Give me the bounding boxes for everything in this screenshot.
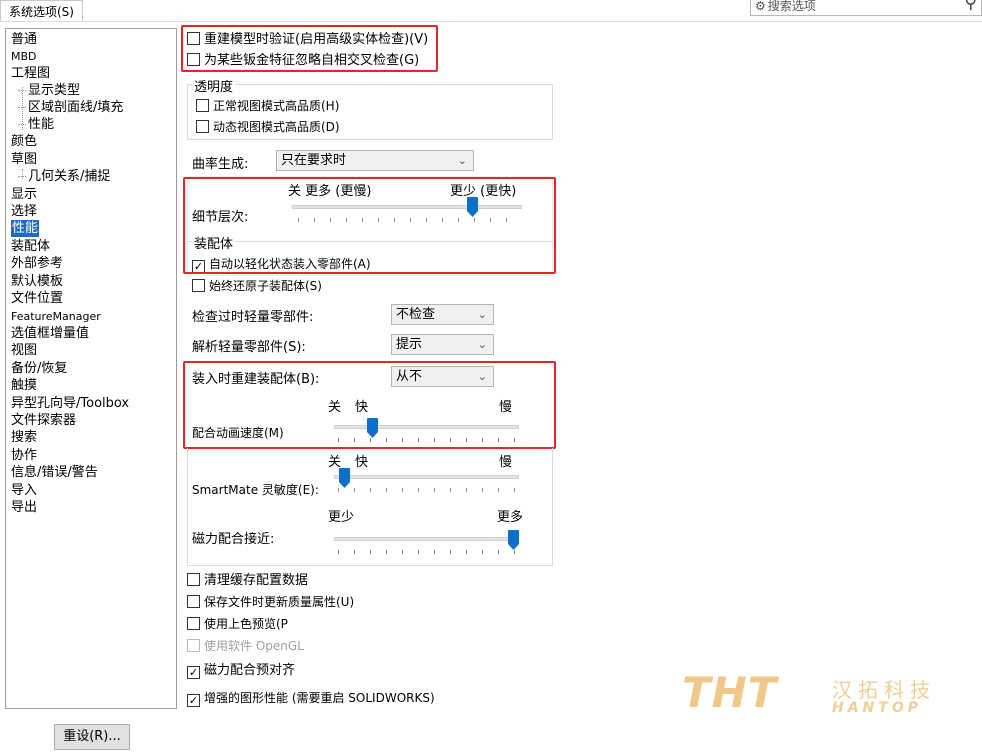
resolve-lightweight-value: 提示 xyxy=(396,337,423,352)
tree-item-hole-wizard[interactable]: 异型孔向导/Toolbox xyxy=(11,395,129,412)
search-box[interactable]: ⚙ 搜索选项 ⚲ xyxy=(750,0,982,16)
magnetic-prealign-label: 磁力配合预对齐 xyxy=(204,663,296,678)
update-mass-label: 保存文件时更新质量属性(U) xyxy=(204,595,355,609)
transparency-dynamic-option[interactable]: 动态视图模式高品质(D) xyxy=(196,119,340,136)
always-resolve-label: 始终还原子装配体(S) xyxy=(209,279,322,293)
tree-item-area-hatch[interactable]: 区域剖面线/填充 xyxy=(17,99,123,116)
transparency-normal-option[interactable]: 正常视图模式高品质(H) xyxy=(196,98,339,115)
update-mass-option[interactable]: 保存文件时更新质量属性(U) xyxy=(187,594,354,611)
software-opengl-option: 使用软件 OpenGL xyxy=(187,638,304,655)
check-outdated-label: 检查过时轻量零部件: xyxy=(192,310,314,325)
tree-item-drawings[interactable]: 工程图 xyxy=(11,65,50,82)
tree-item-file-explorer[interactable]: 文件探索器 xyxy=(11,412,76,429)
software-opengl-label: 使用软件 OpenGL xyxy=(204,639,304,653)
magnetic-prealign-option[interactable]: ✓ 磁力配合预对齐 xyxy=(187,662,295,679)
purge-cache-label: 清理缓存配置数据 xyxy=(204,573,309,588)
always-resolve-checkbox[interactable] xyxy=(192,279,205,292)
tree-item-view[interactable]: 视图 xyxy=(11,342,37,359)
chevron-down-icon: ⌄ xyxy=(457,154,467,167)
tree-item-backup-recover[interactable]: 备份/恢复 xyxy=(11,360,67,377)
tree-item-relations-snaps[interactable]: 几何关系/捕捉 xyxy=(17,168,110,185)
tab-divider xyxy=(0,21,982,22)
tree-item-general[interactable]: 普通 xyxy=(11,31,37,48)
tree-item-touch[interactable]: 触摸 xyxy=(11,377,37,394)
tree-item-mbd[interactable]: MBD xyxy=(11,48,37,65)
tab-system-options[interactable]: 系统选项(S) xyxy=(0,0,83,22)
search-icon[interactable]: ⚲ xyxy=(965,0,977,12)
shaded-preview-option[interactable]: 使用上色预览(P xyxy=(187,616,288,633)
tree-item-external-references[interactable]: 外部参考 xyxy=(11,255,63,272)
reset-button[interactable]: 重设(R)... xyxy=(54,724,130,750)
tree-item-import[interactable]: 导入 xyxy=(11,482,37,499)
chevron-down-icon: ⌄ xyxy=(477,308,487,321)
transparency-dynamic-checkbox[interactable] xyxy=(196,120,209,133)
shaded-preview-checkbox[interactable] xyxy=(187,617,200,630)
shaded-preview-label: 使用上色预览(P xyxy=(204,617,288,631)
curvature-label: 曲率生成: xyxy=(192,157,249,172)
transparency-title: 透明度 xyxy=(192,76,236,95)
search-input[interactable]: 搜索选项 xyxy=(768,0,816,13)
highlight-box xyxy=(181,25,438,72)
update-mass-checkbox[interactable] xyxy=(187,595,200,608)
software-opengl-checkbox xyxy=(187,639,200,652)
tree-item-assemblies[interactable]: 装配体 xyxy=(11,238,50,255)
purge-cache-checkbox[interactable] xyxy=(187,573,200,586)
tree-item-sketch[interactable]: 草图 xyxy=(11,151,37,168)
resolve-lightweight-label: 解析轻量零部件(S): xyxy=(192,340,306,355)
watermark-cn: 汉拓科技 xyxy=(832,678,936,702)
tree-item-performance[interactable]: 性能 xyxy=(11,220,40,237)
assembly-group-border xyxy=(187,448,553,566)
resolve-lightweight-select[interactable]: 提示 ⌄ xyxy=(391,334,494,355)
check-outdated-value: 不检查 xyxy=(396,307,436,322)
tree-item-spin-box[interactable]: 选值框增量值 xyxy=(11,325,89,342)
always-resolve-option[interactable]: 始终还原子装配体(S) xyxy=(192,278,322,295)
tree-item-featuremanager[interactable]: FeatureManager xyxy=(11,308,101,325)
transparency-normal-label: 正常视图模式高品质(H) xyxy=(213,99,340,113)
tree-item-drawing-performance[interactable]: 性能 xyxy=(17,116,54,133)
tree-item-file-locations[interactable]: 文件位置 xyxy=(11,290,63,307)
tree-item-collaboration[interactable]: 协作 xyxy=(11,447,37,464)
chevron-down-icon: ⌄ xyxy=(477,338,487,351)
enhanced-graphics-checkbox[interactable]: ✓ xyxy=(187,694,200,707)
watermark-brand: THT xyxy=(682,668,778,717)
tree-connector xyxy=(22,169,23,179)
curvature-select[interactable]: 只在要求时 ⌄ xyxy=(276,150,474,171)
tree-item-colors[interactable]: 颜色 xyxy=(11,133,37,150)
tree-item-selection[interactable]: 选择 xyxy=(11,203,37,220)
enhanced-graphics-label: 增强的图形性能 (需要重启 SOLIDWORKS) xyxy=(204,691,435,705)
magnetic-prealign-checkbox[interactable]: ✓ xyxy=(187,666,200,679)
tree-item-display-style[interactable]: 显示类型 xyxy=(17,82,80,99)
curvature-value: 只在要求时 xyxy=(281,153,347,168)
check-outdated-select[interactable]: 不检查 ⌄ xyxy=(391,304,494,325)
tree-item-display[interactable]: 显示 xyxy=(11,186,37,203)
enhanced-graphics-option[interactable]: ✓ 增强的图形性能 (需要重启 SOLIDWORKS) xyxy=(187,690,435,707)
tree-item-default-templates[interactable]: 默认模板 xyxy=(11,273,63,290)
purge-cache-option[interactable]: 清理缓存配置数据 xyxy=(187,572,308,589)
tree-item-search[interactable]: 搜索 xyxy=(11,429,37,446)
gear-icon[interactable]: ⚙ xyxy=(755,0,766,13)
transparency-dynamic-label: 动态视图模式高品质(D) xyxy=(213,120,340,134)
watermark-en: HANTOP xyxy=(832,700,922,716)
transparency-normal-checkbox[interactable] xyxy=(196,99,209,112)
options-tree[interactable]: 普通 MBD 工程图 显示类型 区域剖面线/填充 性能 颜色 草图 几何关系/捕… xyxy=(5,28,177,709)
tree-item-export[interactable]: 导出 xyxy=(11,499,37,516)
hantop-watermark-logo: THT 汉拓科技 HANTOP xyxy=(682,658,972,728)
highlight-box xyxy=(183,177,556,274)
highlight-box xyxy=(183,361,556,449)
tree-item-messages[interactable]: 信息/错误/警告 xyxy=(11,464,98,481)
